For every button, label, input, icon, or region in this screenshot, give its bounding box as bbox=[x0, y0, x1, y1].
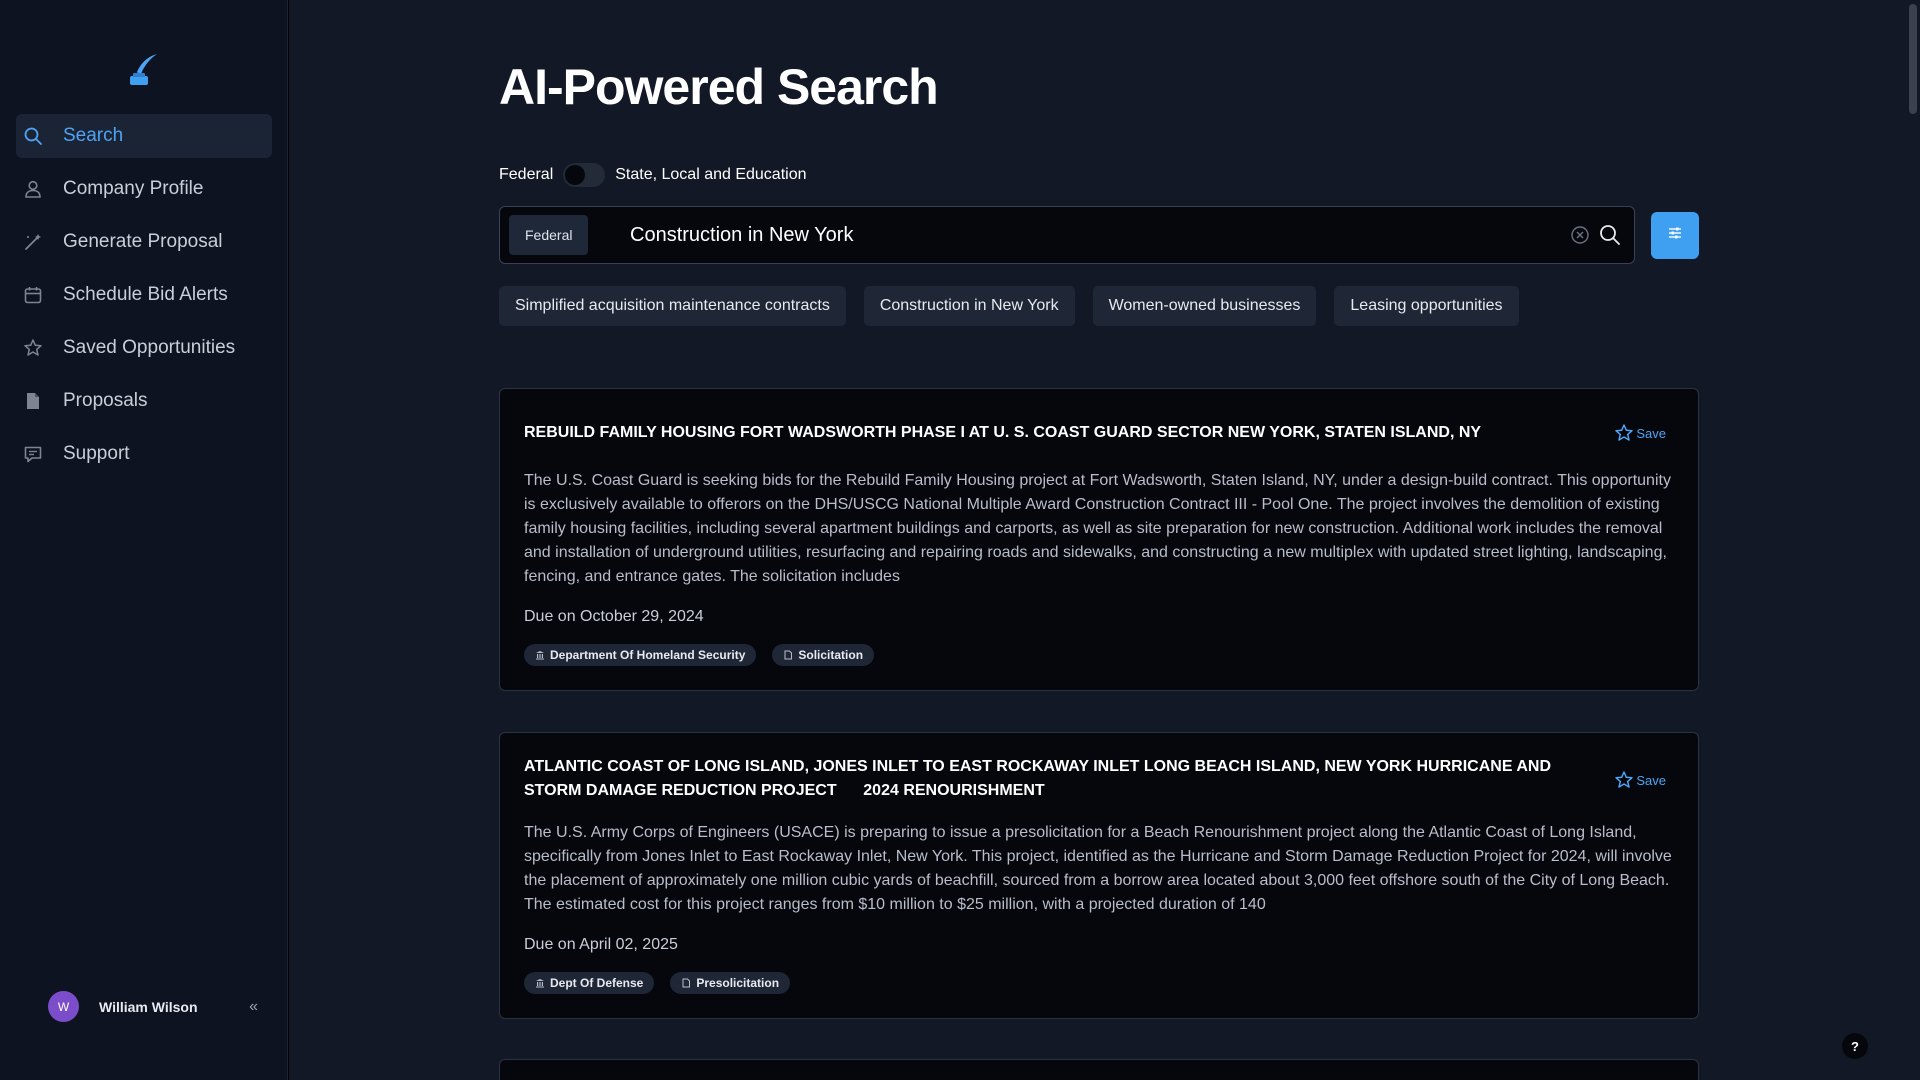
document-icon bbox=[22, 390, 44, 412]
result-description: The U.S. Coast Guard is seeking bids for… bbox=[524, 472, 1671, 585]
scrollbar-thumb[interactable] bbox=[1909, 4, 1917, 114]
document-icon bbox=[682, 978, 691, 988]
search-icon[interactable] bbox=[1598, 223, 1622, 247]
agency-tag: Dept Of Defense bbox=[524, 972, 655, 994]
result-description: The U.S. Army Corps of Engineers (USACE)… bbox=[524, 824, 1672, 913]
agency-label: Dept Of Defense bbox=[550, 976, 644, 990]
agency-label: Department Of Homeland Security bbox=[550, 648, 746, 662]
star-icon bbox=[22, 337, 44, 359]
sidebar-item-search[interactable]: Search bbox=[16, 114, 272, 158]
scrollbar[interactable] bbox=[1906, 0, 1920, 1080]
suggestion-chip[interactable]: Simplified acquisition maintenance contr… bbox=[499, 286, 846, 326]
sliders-icon bbox=[1666, 224, 1684, 247]
sidebar-item-proposals[interactable]: Proposals bbox=[16, 379, 272, 423]
result-card[interactable]: REBUILD FAMILY HOUSING FORT WADSWORTH PH… bbox=[499, 388, 1699, 691]
suggestion-chip[interactable]: Construction in New York bbox=[863, 286, 1075, 326]
document-icon bbox=[784, 650, 793, 660]
save-label: Save bbox=[1636, 425, 1666, 441]
suggestion-chips: Simplified acquisition maintenance contr… bbox=[499, 286, 1537, 326]
sidebar-item-label: Support bbox=[63, 443, 130, 464]
type-label: Presolicitation bbox=[696, 976, 780, 990]
star-icon bbox=[1615, 771, 1634, 788]
result-title[interactable]: REBUILD FAMILY HOUSING FORT WADSWORTH PH… bbox=[524, 421, 1604, 445]
user-name: William Wilson bbox=[99, 998, 198, 1015]
search-bar: Federal bbox=[499, 206, 1635, 264]
save-button[interactable]: Save bbox=[1614, 423, 1666, 443]
save-label: Save bbox=[1636, 772, 1666, 788]
user-icon bbox=[22, 178, 44, 200]
user-profile[interactable]: W William Wilson « bbox=[48, 991, 258, 1022]
sidebar-item-schedule-bid-alerts[interactable]: Schedule Bid Alerts bbox=[16, 273, 272, 317]
result-title[interactable]: ATLANTIC COAST OF LONG ISLAND, JONES INL… bbox=[524, 755, 1604, 803]
magic-wand-icon bbox=[22, 231, 44, 253]
avatar[interactable]: W bbox=[48, 991, 79, 1022]
toggle-left-label: Federal bbox=[499, 166, 554, 183]
sidebar-item-label: Schedule Bid Alerts bbox=[63, 284, 228, 305]
type-tag: Presolicitation bbox=[670, 972, 791, 994]
sidebar-item-company-profile[interactable]: Company Profile bbox=[16, 167, 272, 211]
result-due-date: Due on April 02, 2025 bbox=[524, 936, 678, 953]
sidebar-item-label: Generate Proposal bbox=[63, 231, 223, 252]
page-title: AI-Powered Search bbox=[499, 59, 939, 115]
agency-tag: Department Of Homeland Security bbox=[524, 644, 757, 666]
type-label: Solicitation bbox=[798, 648, 864, 662]
scope-toggle-row: Federal State, Local and Education bbox=[499, 163, 807, 187]
result-tags: Department Of Homeland Security Solicita… bbox=[524, 644, 890, 666]
clear-icon[interactable] bbox=[1570, 225, 1590, 245]
sidebar-nav: Search Company Profile Generate Proposal… bbox=[16, 114, 272, 485]
type-tag: Solicitation bbox=[772, 644, 875, 666]
quill-ink-icon[interactable] bbox=[127, 52, 159, 86]
sidebar-item-generate-proposal[interactable]: Generate Proposal bbox=[16, 220, 272, 264]
calendar-icon bbox=[22, 284, 44, 306]
result-card[interactable]: ATLANTIC COAST OF LONG ISLAND, JONES INL… bbox=[499, 732, 1699, 1019]
sidebar-item-label: Saved Opportunities bbox=[63, 337, 236, 358]
building-icon bbox=[536, 979, 544, 988]
search-input[interactable] bbox=[630, 217, 1550, 253]
sidebar-item-saved-opportunities[interactable]: Saved Opportunities bbox=[16, 326, 272, 370]
sidebar: Search Company Profile Generate Proposal… bbox=[0, 0, 288, 1080]
toggle-right-label: State, Local and Education bbox=[615, 166, 807, 183]
result-tags: Dept Of Defense Presolicitation bbox=[524, 972, 806, 994]
sidebar-item-label: Company Profile bbox=[63, 178, 204, 199]
building-icon bbox=[536, 651, 544, 660]
result-card[interactable] bbox=[499, 1059, 1699, 1080]
sidebar-item-support[interactable]: Support bbox=[16, 432, 272, 476]
toggle-knob bbox=[565, 165, 586, 185]
search-scope-tag[interactable]: Federal bbox=[509, 215, 589, 255]
suggestion-chip[interactable]: Leasing opportunities bbox=[1334, 286, 1519, 326]
sidebar-item-label: Proposals bbox=[63, 390, 148, 411]
filter-button[interactable] bbox=[1651, 212, 1699, 259]
sidebar-item-label: Search bbox=[63, 125, 124, 146]
help-button[interactable]: ? bbox=[1842, 1033, 1868, 1059]
chat-icon bbox=[22, 443, 44, 465]
suggestion-chip[interactable]: Women-owned businesses bbox=[1092, 286, 1317, 326]
result-due-date: Due on October 29, 2024 bbox=[524, 608, 704, 625]
scope-toggle[interactable] bbox=[563, 163, 606, 187]
collapse-sidebar-icon[interactable]: « bbox=[249, 998, 258, 1016]
save-button[interactable]: Save bbox=[1614, 770, 1666, 790]
star-icon bbox=[1615, 424, 1634, 441]
search-icon bbox=[22, 125, 44, 147]
